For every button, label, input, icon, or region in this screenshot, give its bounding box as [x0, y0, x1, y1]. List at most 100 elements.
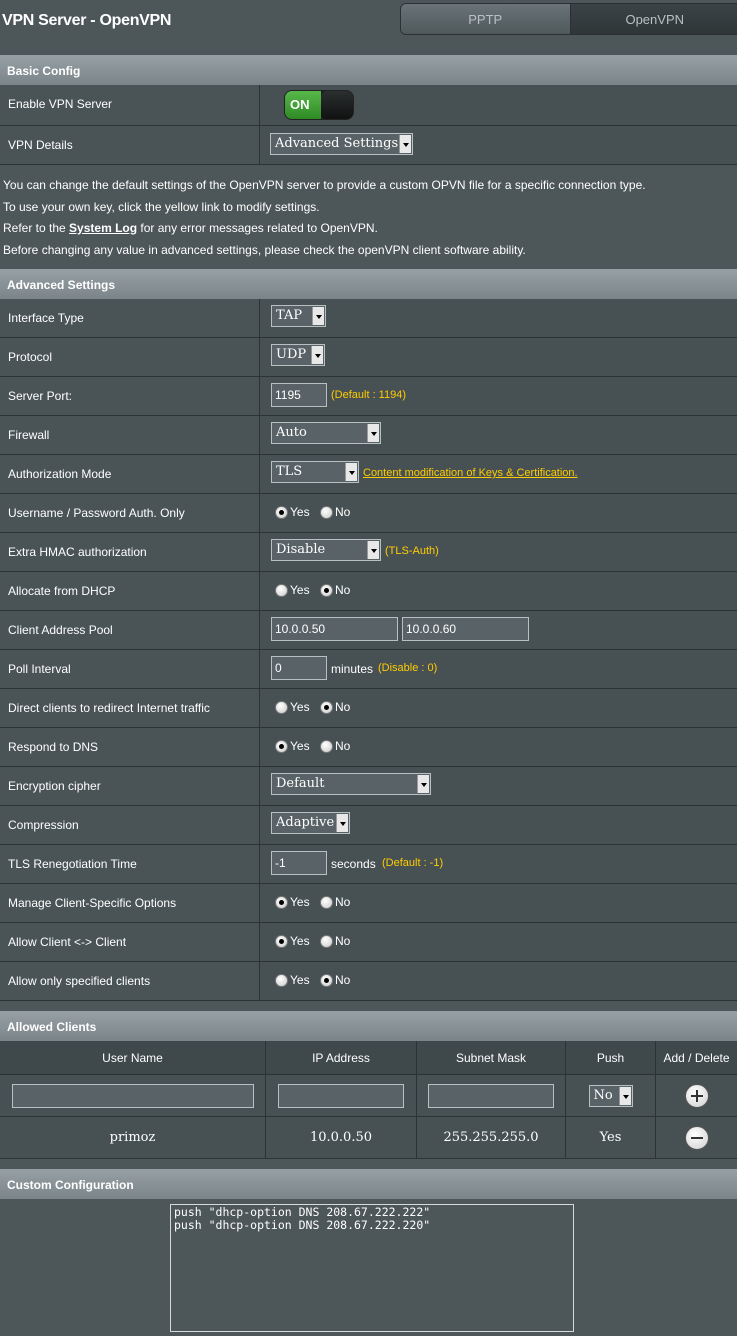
- custom-config-textarea[interactable]: push "dhcp-option DNS 208.67.222.222" pu…: [170, 1204, 574, 1332]
- col-ip-address: IP Address: [266, 1041, 417, 1074]
- new-mask-input[interactable]: [428, 1083, 554, 1108]
- delete-client-icon[interactable]: [684, 1125, 709, 1150]
- encryption-cipher-label: Encryption cipher: [0, 767, 260, 805]
- row-vpn-details: VPN Details Advanced Settings: [0, 126, 737, 165]
- redirect-no-radio[interactable]: No: [320, 700, 350, 714]
- radio-selected-icon: [320, 583, 333, 597]
- radio-selected-icon: [275, 934, 288, 948]
- dns-yes-radio[interactable]: Yes: [275, 739, 310, 753]
- table-row: primoz 10.0.0.50 255.255.255.0 Yes: [0, 1117, 737, 1159]
- enable-vpn-toggle[interactable]: ON: [284, 90, 354, 120]
- col-subnet-mask: Subnet Mask: [417, 1041, 566, 1074]
- client-specific-label: Manage Client-Specific Options: [0, 884, 260, 922]
- row-extra-hmac: Extra HMAC authorization Disable (TLS-Au…: [0, 533, 737, 572]
- vpn-tabs: PPTP OpenVPN: [400, 3, 737, 35]
- ccd-no-radio[interactable]: No: [320, 895, 350, 909]
- encryption-cipher-select[interactable]: Default: [271, 773, 431, 795]
- tab-pptp[interactable]: PPTP: [401, 4, 571, 34]
- c2c-yes-radio[interactable]: Yes: [275, 934, 310, 948]
- poll-interval-input[interactable]: 0: [271, 656, 327, 680]
- keys-certification-link[interactable]: Content modification of Keys & Certifica…: [363, 467, 578, 479]
- vpn-details-select[interactable]: Advanced Settings: [270, 133, 413, 155]
- radio-selected-icon: [275, 895, 288, 909]
- chevron-down-icon: [367, 424, 379, 442]
- chevron-down-icon: [618, 1086, 631, 1105]
- server-port-hint: (Default : 1194): [331, 389, 407, 401]
- radio-icon: [320, 934, 333, 948]
- client-push: Yes: [566, 1117, 656, 1158]
- info-line-4: Before changing any value in advanced se…: [3, 242, 526, 257]
- tls-renegotiation-hint: (Default : -1): [382, 857, 444, 869]
- poll-interval-hint: (Disable : 0): [378, 662, 438, 674]
- dns-no-radio[interactable]: No: [320, 739, 350, 753]
- poll-interval-label: Poll Interval: [0, 650, 260, 688]
- toggle-on-label: ON: [285, 91, 321, 119]
- client-mask: 255.255.255.0: [417, 1117, 566, 1158]
- ccd-yes-radio[interactable]: Yes: [275, 895, 310, 909]
- tls-renegotiation-input[interactable]: -1: [271, 851, 327, 875]
- interface-type-select[interactable]: TAP: [271, 305, 326, 327]
- authorization-mode-select[interactable]: TLS: [271, 461, 359, 483]
- info-line-3: Refer to the System Log for any error me…: [3, 221, 378, 235]
- server-port-label: Server Port:: [0, 377, 260, 415]
- redirect-yes-radio[interactable]: Yes: [275, 700, 310, 714]
- add-client-icon[interactable]: [684, 1083, 709, 1108]
- row-enable-vpn: Enable VPN Server ON: [0, 85, 737, 126]
- tls-renegotiation-unit: seconds: [331, 857, 376, 871]
- info-line-1: You can change the default settings of t…: [3, 178, 646, 192]
- firewall-select[interactable]: Auto: [271, 422, 381, 444]
- interface-type-label: Interface Type: [0, 299, 260, 337]
- radio-icon: [320, 505, 333, 519]
- c2c-no-radio[interactable]: No: [320, 934, 350, 948]
- row-redirect-traffic: Direct clients to redirect Internet traf…: [0, 689, 737, 728]
- new-ip-input[interactable]: [278, 1083, 404, 1108]
- protocol-label: Protocol: [0, 338, 260, 376]
- server-port-input[interactable]: 1195: [271, 383, 327, 407]
- chevron-down-icon: [345, 463, 357, 481]
- new-user-input[interactable]: [11, 1083, 254, 1108]
- radio-icon: [275, 973, 288, 987]
- section-advanced-settings: Advanced Settings: [0, 269, 737, 299]
- system-log-link[interactable]: System Log: [69, 221, 137, 235]
- section-allowed-clients: Allowed Clients: [0, 1011, 737, 1041]
- row-client-specific: Manage Client-Specific Options Yes No: [0, 884, 737, 923]
- radio-selected-icon: [320, 700, 333, 714]
- tls-renegotiation-label: TLS Renegotiation Time: [0, 845, 260, 883]
- tab-openvpn[interactable]: OpenVPN: [570, 4, 737, 34]
- extra-hmac-label: Extra HMAC authorization: [0, 533, 260, 571]
- clients-new-row: No: [0, 1075, 737, 1117]
- authorization-mode-label: Authorization Mode: [0, 455, 260, 493]
- chevron-down-icon: [312, 307, 324, 325]
- row-protocol: Protocol UDP: [0, 338, 737, 377]
- only-yes-radio[interactable]: Yes: [275, 973, 310, 987]
- info-line-2: To use your own key, click the yellow li…: [3, 199, 320, 214]
- userpass-only-label: Username / Password Auth. Only: [0, 494, 260, 532]
- userpass-yes-radio[interactable]: Yes: [275, 505, 310, 519]
- row-client-address-pool: Client Address Pool 10.0.0.50 10.0.0.60: [0, 611, 737, 650]
- row-userpass-only: Username / Password Auth. Only Yes No: [0, 494, 737, 533]
- radio-icon: [275, 583, 288, 597]
- clients-table-header: User Name IP Address Subnet Mask Push Ad…: [0, 1041, 737, 1075]
- client-address-pool-label: Client Address Pool: [0, 611, 260, 649]
- extra-hmac-select[interactable]: Disable: [271, 539, 381, 561]
- row-tls-renegotiation: TLS Renegotiation Time -1 seconds (Defau…: [0, 845, 737, 884]
- new-push-select[interactable]: No: [588, 1084, 633, 1107]
- only-no-radio[interactable]: No: [320, 973, 350, 987]
- page-header: VPN Server - OpenVPN PPTP OpenVPN: [0, 0, 737, 45]
- radio-icon: [275, 700, 288, 714]
- dhcp-no-radio[interactable]: No: [320, 583, 350, 597]
- section-basic-config: Basic Config: [0, 55, 737, 85]
- row-poll-interval: Poll Interval 0 minutes (Disable : 0): [0, 650, 737, 689]
- protocol-select[interactable]: UDP: [271, 344, 325, 366]
- enable-vpn-label: Enable VPN Server: [0, 85, 260, 125]
- row-respond-dns: Respond to DNS Yes No: [0, 728, 737, 767]
- userpass-no-radio[interactable]: No: [320, 505, 350, 519]
- pool-end-input[interactable]: 10.0.0.60: [402, 617, 529, 641]
- chevron-down-icon: [336, 814, 348, 832]
- row-authorization-mode: Authorization Mode TLS Content modificat…: [0, 455, 737, 494]
- dhcp-yes-radio[interactable]: Yes: [275, 583, 310, 597]
- vpn-details-value: Advanced Settings: [275, 136, 399, 151]
- client-to-client-label: Allow Client <-> Client: [0, 923, 260, 961]
- pool-start-input[interactable]: 10.0.0.50: [271, 617, 398, 641]
- compression-select[interactable]: Adaptive: [271, 812, 350, 834]
